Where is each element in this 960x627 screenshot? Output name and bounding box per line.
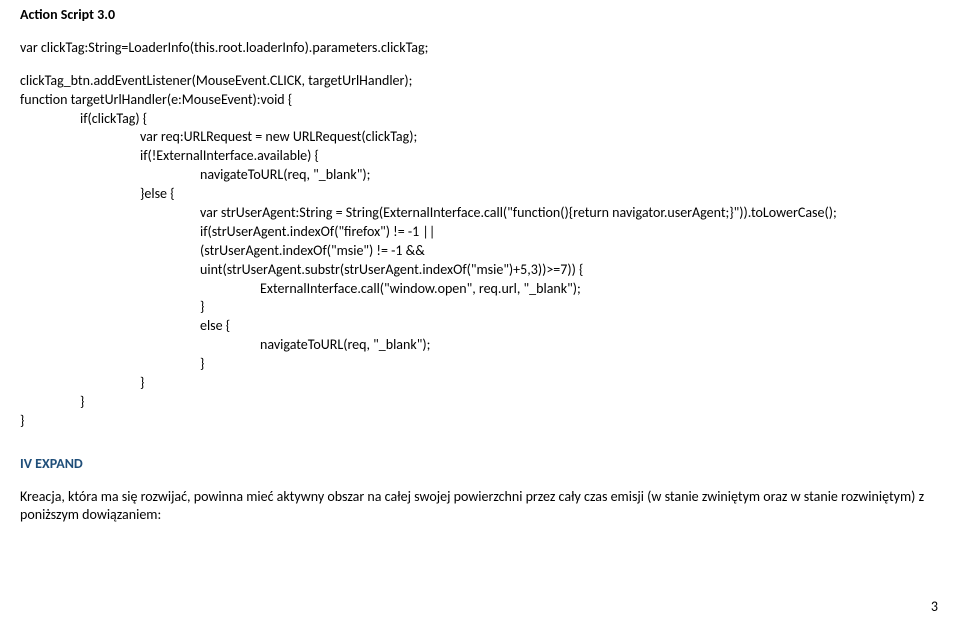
code-line: var req:URLRequest = new URLRequest(clic… [140, 128, 940, 147]
code-line: (strUserAgent.indexOf("msie") != -1 && [200, 242, 940, 261]
code-line: else { [200, 317, 940, 336]
section-heading: IV EXPAND [20, 455, 940, 474]
code-line: }else { [140, 185, 940, 204]
document-page: Action Script 3.0 var clickTag:String=Lo… [0, 0, 960, 627]
code-line: function targetUrlHandler(e:MouseEvent):… [20, 91, 940, 110]
code-line: } [20, 412, 940, 431]
code-line: } [80, 393, 940, 412]
page-title: Action Script 3.0 [20, 6, 940, 25]
code-line: clickTag_btn.addEventListener(MouseEvent… [20, 72, 940, 91]
code-line: } [200, 298, 940, 317]
code-line: if(clickTag) { [80, 110, 940, 129]
code-line: } [200, 355, 940, 374]
code-line: navigateToURL(req, "_blank"); [200, 166, 940, 185]
code-line: var clickTag:String=LoaderInfo(this.root… [20, 39, 940, 58]
code-line: } [140, 374, 940, 393]
paragraph-text: Kreacja, która ma się rozwijać, powinna … [20, 488, 940, 526]
code-line: ExternalInterface.call("window.open", re… [260, 280, 940, 299]
code-line: if(!ExternalInterface.available) { [140, 147, 940, 166]
code-line: uint(strUserAgent.substr(strUserAgent.in… [200, 261, 940, 280]
code-line: var strUserAgent:String = String(Externa… [200, 204, 940, 223]
code-block: clickTag_btn.addEventListener(MouseEvent… [20, 72, 940, 431]
code-line: if(strUserAgent.indexOf("firefox") != -1… [200, 223, 940, 242]
page-number: 3 [931, 598, 938, 617]
code-line: navigateToURL(req, "_blank"); [260, 336, 940, 355]
code-block: var clickTag:String=LoaderInfo(this.root… [20, 39, 940, 58]
